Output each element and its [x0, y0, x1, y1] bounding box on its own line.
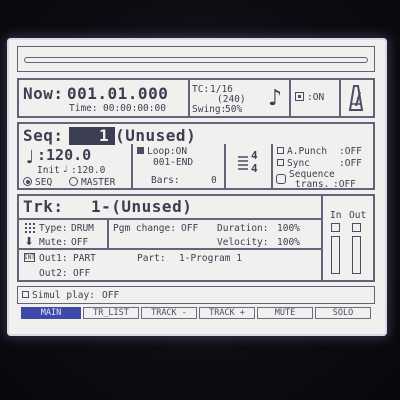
simul-play-checkbox[interactable] [22, 291, 29, 298]
init-tempo: :120.0 [71, 165, 106, 176]
part-label: Part: [137, 253, 166, 264]
velocity-label: Velocity: [217, 237, 269, 248]
part-value[interactable]: 1-Program 1 [179, 254, 242, 264]
in-level-meter [331, 236, 340, 274]
time-label: Time: [69, 103, 98, 114]
simul-play-panel: Simul play: OFF [17, 286, 375, 304]
now-label: Now: [23, 84, 64, 103]
sync-checkbox[interactable] [277, 159, 284, 166]
metronome-icon[interactable] [345, 83, 367, 113]
apunch-label: A.Punch [287, 146, 328, 157]
apunch-value[interactable]: :OFF [339, 147, 362, 157]
seq-panel: Seq: 1 -(Unused) ♩ :120.0 Init ♩ :120.0 … [17, 122, 375, 190]
simul-play-label: Simul play: [32, 290, 95, 301]
duration-label: Duration: [217, 223, 269, 234]
track-panel: Trk: 1-(Unused) Type: DRUM ⬇ Mute: OFF P… [17, 194, 375, 282]
pgm-change-label: Pgm change: [113, 223, 176, 234]
tab-tr-list-label: TR_LIST [93, 308, 129, 318]
loop-label[interactable]: Loop:ON [147, 147, 187, 157]
duration-value[interactable]: 100% [277, 224, 300, 234]
drum-pads-icon [25, 223, 35, 233]
tab-solo-label: SOLO [332, 308, 354, 318]
seq-label: Seq: [23, 126, 64, 145]
out-meter-label: Out [349, 210, 367, 221]
swing-value[interactable]: 50% [225, 105, 242, 115]
tab-track-plus-label: TRACK + [209, 308, 245, 318]
swing-label: Swing: [192, 104, 227, 115]
out-level-meter [352, 236, 361, 274]
out1-label: Out1: [39, 253, 68, 264]
track-value[interactable]: 1-(Unused) [91, 199, 192, 215]
now-position[interactable]: 001.01.000 [67, 86, 168, 102]
radio-master[interactable] [69, 177, 78, 186]
source-master[interactable]: MASTER [81, 178, 115, 188]
sync-value[interactable]: :OFF [339, 159, 362, 169]
sync-label: Sync [287, 158, 310, 169]
eighth-note-icon: ♪ [267, 85, 283, 111]
tab-track-plus[interactable]: TRACK + [199, 307, 255, 319]
type-label: Type: [39, 223, 68, 234]
sequence-trans-checkbox[interactable] [276, 174, 286, 184]
out-meter-peak [352, 223, 361, 232]
record-square-icon [295, 92, 304, 101]
time-signature-top[interactable]: 4 [251, 150, 258, 161]
in-meter-label: In [330, 210, 342, 221]
time-signature-bottom[interactable]: 4 [251, 163, 258, 174]
simul-play-value[interactable]: OFF [102, 291, 119, 301]
bars-value[interactable]: 0 [211, 176, 217, 186]
loop-checkbox[interactable] [137, 147, 144, 154]
mute-label: Mute: [39, 237, 68, 248]
time-value: 00:00:00:00 [103, 103, 166, 114]
sequence-trans-value[interactable]: :OFF [333, 180, 356, 190]
tab-solo[interactable]: SOLO [315, 307, 371, 319]
tab-main[interactable]: MAIN [21, 307, 81, 319]
out2-label: Out2: [39, 268, 68, 279]
init-label: Init [37, 165, 60, 176]
in-meter-peak [331, 223, 340, 232]
sequence-trans-label-2: trans. [295, 179, 330, 190]
type-value[interactable]: DRUM [71, 224, 94, 234]
seq-name: -(Unused) [105, 126, 197, 145]
tab-track-minus-label: TRACK - [151, 308, 187, 318]
status-on[interactable]: :ON [307, 93, 324, 103]
tab-track-minus[interactable]: TRACK - [141, 307, 197, 319]
tab-tr-list[interactable]: TR_LIST [83, 307, 139, 319]
lcd-screen: Now: 001.01.000 Time: 00:00:00:00 TC: 1/… [7, 38, 387, 336]
quarter-note-icon: ♩ [25, 146, 35, 168]
tab-main-label: MAIN [40, 308, 62, 318]
loop-range[interactable]: 001-END [153, 158, 193, 168]
top-status-bar [17, 46, 375, 72]
tab-mute-label: MUTE [274, 308, 296, 318]
tab-mute[interactable]: MUTE [257, 307, 313, 319]
apunch-checkbox[interactable] [277, 147, 284, 154]
small-note-icon: ♩ [63, 164, 68, 175]
now-panel: Now: 001.01.000 Time: 00:00:00:00 TC: 1/… [17, 78, 375, 118]
seq-tempo[interactable]: :120.0 [37, 148, 91, 163]
tc-label: TC: [192, 84, 210, 95]
mute-value[interactable]: OFF [71, 238, 88, 248]
source-seq[interactable]: SEQ [35, 178, 52, 188]
out2-value[interactable]: OFF [73, 269, 90, 279]
pgm-change-value[interactable]: OFF [181, 224, 198, 234]
radio-seq-selected[interactable] [23, 177, 32, 186]
output-icon: INT [24, 253, 35, 262]
out1-value[interactable]: PART [73, 254, 96, 264]
track-label: Trk: [23, 197, 64, 216]
down-arrow-icon: ⬇ [24, 234, 34, 248]
velocity-value[interactable]: 100% [277, 238, 300, 248]
bars-label: Bars: [151, 175, 180, 186]
